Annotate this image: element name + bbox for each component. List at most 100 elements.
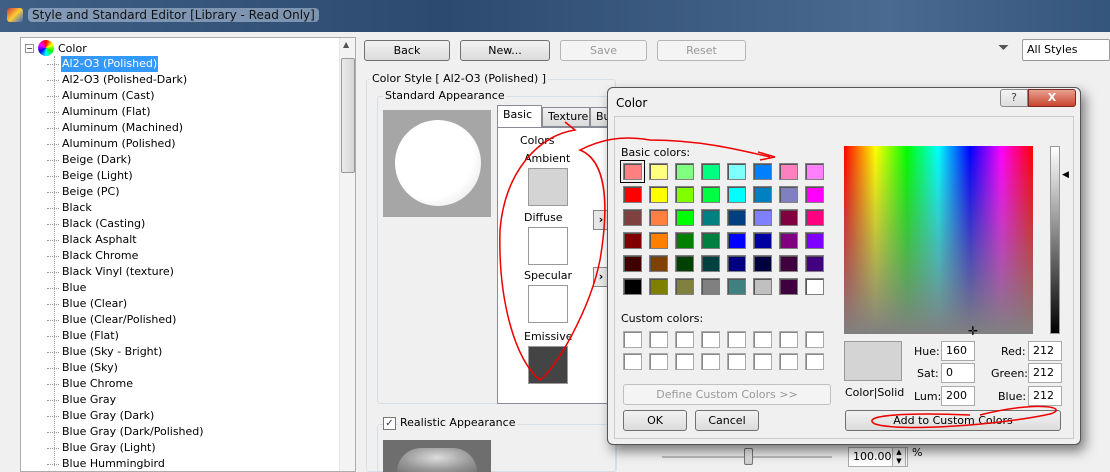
luminance-arrow-icon[interactable]: ◀ — [1062, 170, 1069, 180]
basic-color-swatch[interactable] — [779, 255, 798, 272]
custom-color-swatch[interactable] — [753, 331, 772, 348]
basic-color-swatch[interactable] — [727, 209, 746, 226]
basic-color-swatch[interactable] — [649, 232, 668, 249]
tree-item[interactable]: Blue (Sky) — [47, 360, 205, 376]
basic-color-swatch[interactable] — [701, 163, 720, 180]
tree-item[interactable]: Blue Gray (Light) — [47, 440, 205, 456]
custom-color-swatch[interactable] — [675, 331, 694, 348]
blue-input[interactable]: 212 — [1028, 386, 1062, 406]
emissive-swatch[interactable] — [528, 346, 568, 384]
ok-button[interactable]: OK — [623, 410, 687, 431]
style-tree[interactable]: − Color Al2-O3 (Polished) Al2-O3 (Polishe… — [20, 37, 356, 472]
tree-item[interactable]: Aluminum (Cast) — [47, 88, 205, 104]
help-button[interactable]: ? — [1000, 89, 1028, 107]
basic-color-swatch[interactable] — [675, 255, 694, 272]
basic-color-swatch[interactable] — [805, 163, 824, 180]
basic-color-swatch[interactable] — [753, 163, 772, 180]
cancel-button[interactable]: Cancel — [695, 410, 759, 431]
scale-slider[interactable] — [662, 448, 832, 465]
diffuse-swatch[interactable] — [528, 227, 568, 265]
slider-thumb[interactable] — [744, 448, 753, 465]
basic-color-swatch[interactable] — [753, 255, 772, 272]
tree-scrollbar[interactable]: ▲ — [339, 38, 355, 471]
define-custom-colors-button[interactable]: Define Custom Colors >> — [623, 384, 831, 405]
basic-color-swatch[interactable] — [675, 163, 694, 180]
basic-color-swatch[interactable] — [805, 232, 824, 249]
basic-color-swatch[interactable] — [779, 209, 798, 226]
custom-color-swatch[interactable] — [805, 353, 824, 370]
color-spectrum[interactable] — [844, 146, 1033, 334]
tree-item[interactable]: Al2-O3 (Polished-Dark) — [47, 72, 205, 88]
custom-color-swatch[interactable] — [779, 331, 798, 348]
basic-color-swatch[interactable] — [623, 278, 642, 295]
custom-color-swatch[interactable] — [779, 353, 798, 370]
basic-color-swatch[interactable] — [753, 232, 772, 249]
basic-color-swatch[interactable] — [727, 278, 746, 295]
basic-color-swatch[interactable] — [727, 255, 746, 272]
basic-color-swatch[interactable] — [701, 255, 720, 272]
basic-color-swatch[interactable] — [779, 186, 798, 203]
tree-root-color[interactable]: − Color — [25, 40, 87, 56]
tab-texture[interactable]: Texture — [542, 107, 590, 127]
tree-item[interactable]: Beige (PC) — [47, 184, 205, 200]
tree-item[interactable]: Black (Casting) — [47, 216, 205, 232]
basic-color-swatch[interactable] — [623, 255, 642, 272]
basic-color-swatch[interactable] — [649, 186, 668, 203]
tree-item[interactable]: Blue Gray — [47, 392, 205, 408]
basic-color-swatch[interactable] — [805, 255, 824, 272]
tree-item[interactable]: Black Vinyl (texture) — [47, 264, 205, 280]
ambient-swatch[interactable] — [528, 168, 568, 206]
basic-color-swatch[interactable] — [701, 186, 720, 203]
custom-color-swatch[interactable] — [727, 353, 746, 370]
basic-color-swatch[interactable] — [727, 232, 746, 249]
custom-color-swatch[interactable] — [753, 353, 772, 370]
basic-color-swatch[interactable] — [649, 255, 668, 272]
basic-color-swatch[interactable] — [649, 278, 668, 295]
add-to-custom-colors-button[interactable]: Add to Custom Colors — [845, 410, 1061, 431]
lum-input[interactable]: 200 — [941, 386, 975, 406]
custom-color-swatch[interactable] — [701, 331, 720, 348]
reset-button[interactable]: Reset — [657, 40, 746, 61]
tree-item[interactable]: Beige (Dark) — [47, 152, 205, 168]
basic-color-swatch[interactable] — [649, 209, 668, 226]
basic-color-swatch[interactable] — [623, 209, 642, 226]
tree-item[interactable]: Aluminum (Machined) — [47, 120, 205, 136]
basic-color-swatch[interactable] — [753, 278, 772, 295]
basic-color-swatch[interactable] — [753, 186, 772, 203]
tree-item[interactable]: Blue (Clear/Polished) — [47, 312, 205, 328]
basic-color-swatch[interactable] — [623, 186, 642, 203]
tree-item[interactable]: Blue Chrome — [47, 376, 205, 392]
basic-color-swatch[interactable] — [779, 278, 798, 295]
new-button[interactable]: New... — [460, 40, 550, 61]
basic-color-swatch[interactable] — [623, 232, 642, 249]
scale-spinner[interactable]: ▲ ▼ — [892, 447, 906, 467]
style-filter-dropdown[interactable]: All Styles — [1022, 39, 1110, 61]
hue-input[interactable]: 160 — [941, 341, 975, 361]
basic-color-swatch[interactable] — [701, 232, 720, 249]
basic-color-swatch[interactable] — [675, 232, 694, 249]
scroll-thumb[interactable] — [341, 58, 355, 173]
basic-color-swatch[interactable] — [727, 163, 746, 180]
realistic-appearance-checkbox[interactable]: ✓ — [383, 417, 396, 430]
basic-color-swatch[interactable] — [675, 186, 694, 203]
basic-color-swatch[interactable] — [701, 278, 720, 295]
tree-item[interactable]: Black — [47, 200, 205, 216]
basic-color-swatch[interactable] — [805, 209, 824, 226]
green-input[interactable]: 212 — [1028, 363, 1062, 383]
back-button[interactable]: Back — [364, 40, 450, 61]
tree-item[interactable]: Blue Gray (Dark/Polished) — [47, 424, 205, 440]
custom-color-swatch[interactable] — [623, 331, 642, 348]
custom-color-swatch[interactable] — [649, 331, 668, 348]
tree-item[interactable]: Black Asphalt — [47, 232, 205, 248]
tree-item[interactable]: Blue (Sky - Bright) — [47, 344, 205, 360]
specular-swatch[interactable] — [528, 285, 568, 323]
basic-color-swatch[interactable] — [727, 186, 746, 203]
basic-color-swatch[interactable] — [675, 278, 694, 295]
sat-input[interactable]: 0 — [941, 363, 975, 383]
tab-basic[interactable]: Basic — [497, 105, 542, 127]
basic-color-swatch[interactable] — [675, 209, 694, 226]
tree-item[interactable]: Blue — [47, 280, 205, 296]
tree-item[interactable]: Blue Gray (Dark) — [47, 408, 205, 424]
save-button[interactable]: Save — [560, 40, 647, 61]
close-button[interactable]: X — [1028, 89, 1076, 107]
